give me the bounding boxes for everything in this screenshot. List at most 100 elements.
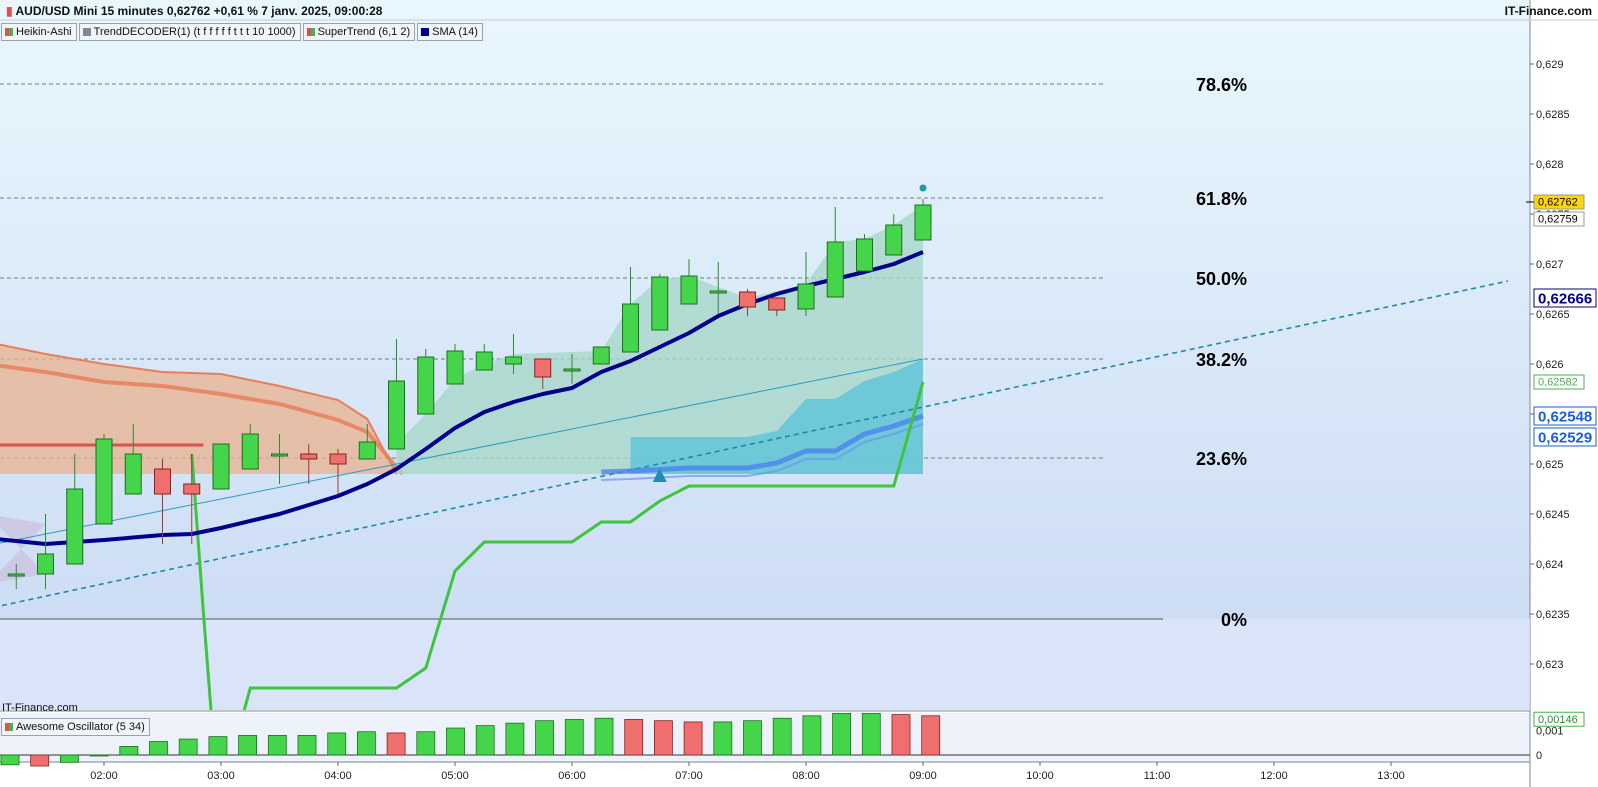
- supertrend-swatch-icon: [306, 28, 315, 36]
- candle-body: [124, 453, 142, 495]
- x-tick-label: 05:00: [441, 770, 469, 782]
- oscillator-bar: [267, 735, 287, 756]
- price-tag-label: 0,62762: [1538, 197, 1578, 209]
- chart-title-bar: ▮ AUD/USD Mini 15 minutes 0,62762 +0,61 …: [6, 4, 382, 18]
- legend-sma[interactable]: SMA (14): [417, 23, 483, 41]
- oscillator-bar: [832, 712, 851, 756]
- oscillator-bar: [891, 714, 911, 756]
- oscillator-bar: [178, 738, 198, 756]
- legend-awesome-oscillator[interactable]: Awesome Oscillator (5 34): [1, 718, 150, 736]
- candle-body: [768, 297, 786, 311]
- candle-body: [212, 443, 230, 490]
- x-tick-label: 11:00: [1144, 770, 1171, 782]
- candle-body: [709, 290, 727, 294]
- x-tick-label: 03:00: [207, 770, 235, 782]
- oscillator-bar: [149, 741, 168, 756]
- candle-body: [563, 368, 581, 372]
- legend-label: SuperTrend (6,1 2): [317, 26, 411, 38]
- candle-body: [622, 303, 639, 353]
- legend-trenddecoder[interactable]: TrendDECODER(1) (t f f f f f t t t 10 10…: [78, 23, 301, 41]
- oscillator-bar: [683, 721, 703, 756]
- watermark: IT-Finance.com: [2, 702, 78, 714]
- candle-body: [7, 573, 25, 577]
- price-tag-label: 0,62548: [1538, 409, 1592, 426]
- heikin-ashi-swatch-icon: [5, 28, 13, 36]
- candle-body: [446, 350, 464, 385]
- legend-label: Heikin-Ashi: [16, 26, 72, 38]
- oscillator-bar: [654, 720, 673, 756]
- y-tick-label: 0,625: [1536, 459, 1564, 471]
- oscillator-bar: [921, 715, 941, 756]
- fib-label: 61.8%: [1196, 189, 1247, 209]
- price-chart[interactable]: 78.6% 61.8% 50.0% 38.2% 23.6% 0% 0,629 0,6285 0,…: [0, 0, 1598, 787]
- sma-swatch-icon: [421, 28, 430, 36]
- candle-body: [271, 453, 288, 457]
- x-tick-label: 08:00: [792, 770, 820, 782]
- oscillator-bar: [594, 717, 614, 756]
- candle-body: [885, 224, 903, 256]
- oscillator-bar: [119, 746, 139, 756]
- oscillator-bar: [416, 731, 436, 756]
- y-tick-label: 0,6285: [1536, 109, 1570, 121]
- y-tick-label: 0,629: [1536, 59, 1564, 71]
- y-tick-label: 0,628: [1536, 159, 1564, 171]
- oscillator-bar: [60, 754, 79, 763]
- x-tick-label: 09:00: [909, 770, 937, 782]
- fib-label: 50.0%: [1196, 269, 1247, 289]
- oscillator-bar: [238, 735, 258, 756]
- oscillator-bar: [861, 712, 881, 756]
- candlestick-icon: ▮: [6, 4, 13, 18]
- oscillator-bar: [535, 720, 554, 756]
- fib-label: 38.2%: [1196, 350, 1247, 370]
- y-tick-label: 0,623: [1536, 659, 1564, 671]
- oscillator-bar: [0, 754, 20, 766]
- oscillator-bar: [446, 727, 465, 756]
- candle-body: [417, 356, 435, 415]
- oscillator-bar: [624, 719, 644, 756]
- price-tag-label: 0,62666: [1538, 291, 1592, 308]
- oscillator-bar: [802, 715, 822, 756]
- candle: [95, 434, 113, 525]
- oscillator-bar: [713, 721, 733, 756]
- legend-supertrend[interactable]: SuperTrend (6,1 2): [302, 23, 416, 41]
- x-tick-label: 06:00: [558, 770, 586, 782]
- candle-body: [300, 453, 318, 460]
- oscillator-tick-label: 0,001: [1536, 726, 1564, 738]
- x-tick-label: 12:00: [1260, 770, 1288, 782]
- candle-body: [95, 438, 113, 525]
- oscillator-bar: [743, 720, 762, 756]
- candle-body: [358, 441, 376, 460]
- x-tick-label: 02:00: [90, 770, 118, 782]
- oscillator-bar: [208, 736, 228, 756]
- oscillator-price-tag-label: 0,00146: [1538, 714, 1578, 726]
- oscillator-bar: [30, 754, 50, 767]
- legend-label: SMA (14): [432, 26, 478, 38]
- indicator-legend: Heikin-Ashi TrendDECODER(1) (t f f f f f…: [1, 23, 483, 41]
- legend-heikin-ashi[interactable]: Heikin-Ashi: [1, 23, 77, 41]
- candle-body: [66, 488, 84, 565]
- oscillator-swatch-icon: [5, 723, 13, 731]
- candle-body: [739, 291, 756, 308]
- candle-body: [329, 453, 347, 465]
- chart-window: 78.6% 61.8% 50.0% 38.2% 23.6% 0% 0,629 0,6285 0,…: [0, 0, 1598, 787]
- candle: [212, 443, 230, 490]
- y-tick-label: 0,626: [1536, 359, 1564, 371]
- y-tick-label: 0,6245: [1536, 509, 1570, 521]
- x-tick-label: 04:00: [324, 770, 352, 782]
- oscillator-bar: [356, 731, 376, 756]
- candle-body: [154, 468, 171, 495]
- price-tag-label: 0,62529: [1538, 430, 1592, 447]
- oscillator-bar: [475, 725, 495, 756]
- candle: [651, 274, 669, 331]
- candle: [592, 346, 610, 365]
- fib-label: 78.6%: [1196, 75, 1247, 95]
- signal-dot: [919, 184, 927, 192]
- candle-body: [37, 553, 54, 575]
- candle-body: [505, 356, 522, 365]
- oscillator-bar: [89, 754, 109, 757]
- candle-body: [183, 483, 201, 495]
- candle: [417, 349, 435, 415]
- x-tick-label: 07:00: [675, 770, 703, 782]
- chart-title: AUD/USD Mini 15 minutes 0,62762 +0,61 % …: [15, 4, 383, 18]
- oscillator-bar: [772, 717, 792, 756]
